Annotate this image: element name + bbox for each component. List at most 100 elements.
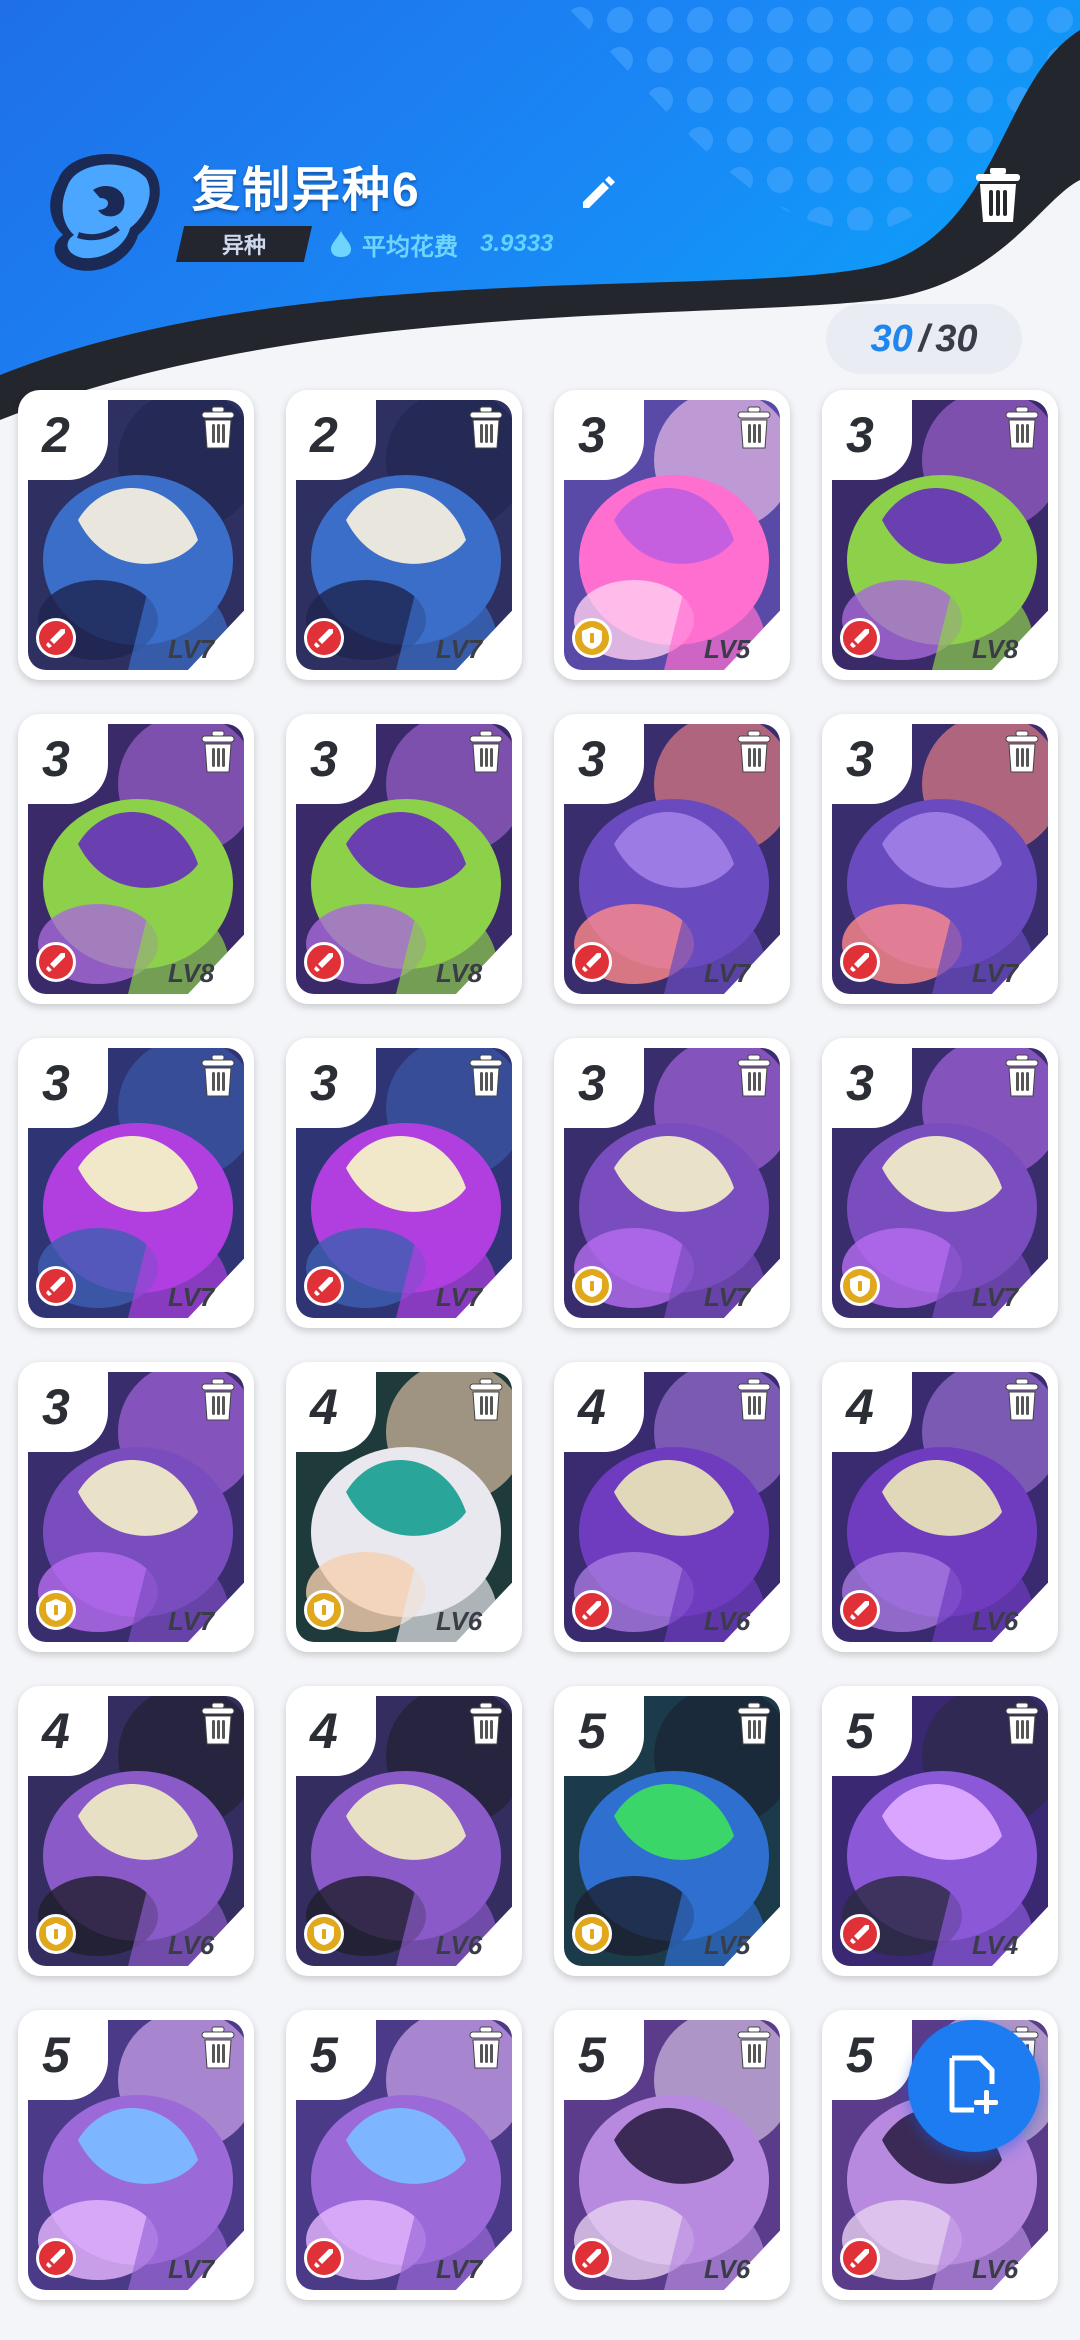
card-cost-value: 3 [310, 731, 338, 787]
card-level: LV8 [972, 634, 1019, 664]
deck-card[interactable]: 4 LV6 [286, 1686, 522, 1976]
deck-card[interactable]: 2 LV7 [286, 390, 522, 680]
card-trash-icon[interactable] [468, 1702, 504, 1746]
card-cost-value: 3 [578, 1055, 606, 1111]
card-level: LV7 [168, 2254, 215, 2284]
sword-icon [36, 1266, 76, 1306]
card-trash-icon[interactable] [200, 2026, 236, 2070]
deck-card[interactable]: 3 LV7 [822, 1038, 1058, 1328]
deck-card[interactable]: 4 LV6 [18, 1686, 254, 1976]
card-trash-icon[interactable] [200, 1702, 236, 1746]
card-cost-value: 3 [846, 407, 874, 463]
deck-card[interactable]: 3 LV7 [554, 714, 790, 1004]
card-cost-value: 2 [310, 407, 338, 463]
card-cost: 4 [564, 1372, 644, 1452]
card-cost-value: 3 [310, 1055, 338, 1111]
card-level: LV6 [972, 2254, 1019, 2284]
card-trash-icon[interactable] [1004, 1054, 1040, 1098]
card-cost-value: 5 [846, 2027, 874, 2083]
card-cost-value: 3 [578, 407, 606, 463]
card-cost: 3 [28, 1372, 108, 1452]
deck-card[interactable]: 3 LV8 [286, 714, 522, 1004]
card-trash-icon[interactable] [736, 730, 772, 774]
card-level: LV6 [436, 1930, 483, 1960]
card-trash-icon[interactable] [200, 1054, 236, 1098]
card-cost: 3 [832, 1048, 912, 1128]
card-cost-value: 4 [310, 1703, 338, 1759]
card-level: LV7 [168, 1606, 215, 1636]
card-level: LV6 [704, 2254, 751, 2284]
card-trash-icon[interactable] [736, 406, 772, 450]
card-cost: 3 [28, 724, 108, 804]
sword-icon [304, 1266, 344, 1306]
sword-icon [840, 942, 880, 982]
deck-card[interactable]: 3 LV5 [554, 390, 790, 680]
card-trash-icon[interactable] [200, 406, 236, 450]
card-level: LV7 [972, 1282, 1019, 1312]
card-cost: 4 [28, 1696, 108, 1776]
deck-card[interactable]: 3 LV7 [18, 1038, 254, 1328]
deck-card[interactable]: 4 LV6 [554, 1362, 790, 1652]
shield-icon [304, 1590, 344, 1630]
card-cost: 3 [564, 724, 644, 804]
shield-icon [572, 618, 612, 658]
deck-card[interactable]: 3 LV8 [822, 390, 1058, 680]
deck-card[interactable]: 5 LV4 [822, 1686, 1058, 1976]
sword-icon [840, 618, 880, 658]
add-card-button[interactable] [908, 2020, 1040, 2152]
deck-card[interactable]: 3 LV7 [554, 1038, 790, 1328]
card-cost: 5 [832, 2020, 912, 2100]
card-trash-icon[interactable] [200, 1378, 236, 1422]
card-trash-icon[interactable] [1004, 730, 1040, 774]
card-trash-icon[interactable] [1004, 1378, 1040, 1422]
card-trash-icon[interactable] [736, 1378, 772, 1422]
deck-card[interactable]: 5 LV7 [18, 2010, 254, 2300]
card-cost: 4 [296, 1696, 376, 1776]
sword-icon [304, 2238, 344, 2278]
card-level: LV7 [436, 634, 483, 664]
card-trash-icon[interactable] [200, 730, 236, 774]
deck-card[interactable]: 4 LV6 [286, 1362, 522, 1652]
card-cost: 3 [564, 400, 644, 480]
deck-card[interactable]: 5 LV5 [554, 1686, 790, 1976]
sword-icon [304, 942, 344, 982]
deck-card[interactable]: 3 LV7 [286, 1038, 522, 1328]
card-cost-value: 3 [42, 1379, 70, 1435]
deck-card[interactable]: 5 LV6 [554, 2010, 790, 2300]
card-trash-icon[interactable] [468, 406, 504, 450]
sword-icon [840, 1590, 880, 1630]
sword-icon [36, 2238, 76, 2278]
shield-icon [304, 1914, 344, 1954]
deck-card[interactable]: 3 LV8 [18, 714, 254, 1004]
card-trash-icon[interactable] [1004, 406, 1040, 450]
card-level: LV7 [436, 2254, 483, 2284]
shield-icon [572, 1914, 612, 1954]
card-cost: 4 [296, 1372, 376, 1452]
deck-card[interactable]: 4 LV6 [822, 1362, 1058, 1652]
card-level: LV7 [168, 1282, 215, 1312]
card-cost: 5 [296, 2020, 376, 2100]
card-level: LV8 [168, 958, 215, 988]
card-trash-icon[interactable] [1004, 1702, 1040, 1746]
sword-icon [572, 1590, 612, 1630]
deck-card[interactable]: 3 LV7 [18, 1362, 254, 1652]
card-trash-icon[interactable] [736, 1702, 772, 1746]
card-cost-value: 4 [42, 1703, 70, 1759]
card-trash-icon[interactable] [736, 1054, 772, 1098]
deck-card[interactable]: 5 LV7 [286, 2010, 522, 2300]
card-cost-value: 4 [846, 1379, 874, 1435]
card-cost-value: 4 [310, 1379, 338, 1435]
deck-card[interactable]: 2 LV7 [18, 390, 254, 680]
card-trash-icon[interactable] [468, 730, 504, 774]
card-trash-icon[interactable] [468, 1054, 504, 1098]
card-trash-icon[interactable] [468, 1378, 504, 1422]
deck-card[interactable]: 3 LV7 [822, 714, 1058, 1004]
card-trash-icon[interactable] [468, 2026, 504, 2070]
sword-icon [572, 2238, 612, 2278]
card-cost-value: 3 [578, 731, 606, 787]
card-cost: 5 [832, 1696, 912, 1776]
card-cost-value: 5 [578, 2027, 606, 2083]
card-trash-icon[interactable] [736, 2026, 772, 2070]
card-cost: 3 [832, 400, 912, 480]
card-level: LV8 [436, 958, 483, 988]
